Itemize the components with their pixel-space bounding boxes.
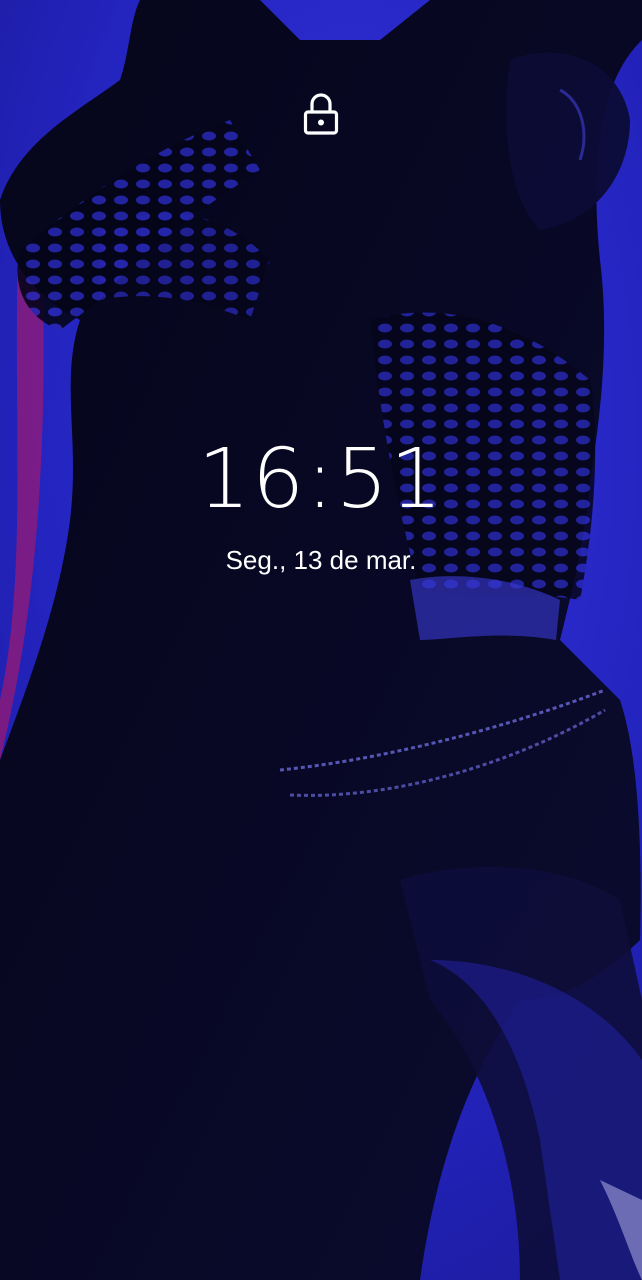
lock-screen-clock: 16:51 bbox=[197, 432, 445, 527]
padlock-icon[interactable] bbox=[302, 92, 340, 136]
wallpaper-image bbox=[0, 0, 642, 1280]
lock-screen: 16:51 Seg., 13 de mar. bbox=[0, 0, 642, 1280]
lock-screen-date: Seg., 13 de mar. bbox=[225, 545, 417, 575]
